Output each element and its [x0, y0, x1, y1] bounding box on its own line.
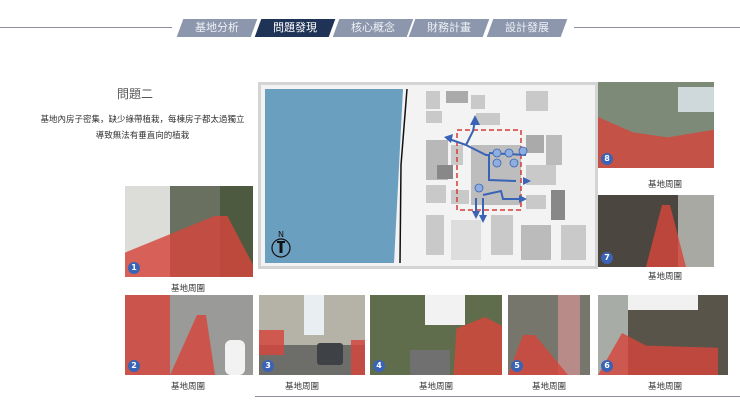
header-line-left	[0, 27, 172, 28]
tab-label: 問題發現	[273, 21, 317, 34]
photo-7[interactable]: 7	[598, 195, 714, 267]
photo-7-caption: 基地周圍	[647, 272, 682, 282]
tab-label: 設計發展	[505, 21, 549, 34]
tab-label: 基地分析	[195, 21, 239, 34]
photo-1[interactable]: 1	[125, 186, 253, 277]
photo-8[interactable]: 8	[598, 82, 714, 168]
section-title: 問題二	[116, 87, 153, 101]
description-line-1: 基地內房子密集，缺少綠帶植栽，每棟房子都太過獨立	[40, 115, 245, 125]
photo-2-caption: 基地周圍	[170, 382, 205, 392]
north-label: N	[278, 230, 284, 239]
photo-6-caption: 基地周圍	[647, 382, 682, 392]
photo-5-caption: 基地周圍	[531, 382, 566, 392]
photo-1-caption: 基地周圍	[170, 284, 205, 294]
site-map: N	[258, 82, 598, 269]
photo-4[interactable]: 4	[370, 295, 502, 375]
tab-problem-discovery[interactable]: 問題發現	[254, 19, 336, 37]
photo-8-caption: 基地周圍	[647, 180, 682, 190]
photo-number-badge: 1	[128, 262, 140, 274]
photo-number-badge: 6	[601, 360, 613, 372]
tab-label: 財務計畫	[427, 21, 471, 34]
photo-4-caption: 基地周圍	[418, 382, 453, 392]
photo-number-badge: 4	[373, 360, 385, 372]
photo-6[interactable]: 6	[598, 295, 728, 375]
photo-3[interactable]: 3	[259, 295, 365, 375]
photo-3-caption: 基地周圍	[284, 382, 319, 392]
tab-site-analysis[interactable]: 基地分析	[176, 19, 258, 37]
tab-financial-plan[interactable]: 財務計畫	[408, 19, 490, 37]
photo-number-badge: 7	[601, 252, 613, 264]
description-line-2: 導致無法有垂直向的植栽	[95, 131, 190, 141]
header-line-right	[574, 27, 740, 28]
tab-label: 核心概念	[351, 21, 395, 34]
site-map-drawing: N	[265, 88, 586, 264]
tab-design-development[interactable]: 設計發展	[486, 19, 568, 37]
photo-5[interactable]: 5	[508, 295, 590, 375]
photo-number-badge: 2	[128, 360, 140, 372]
photo-number-badge: 8	[601, 153, 613, 165]
photo-number-badge: 5	[511, 360, 523, 372]
river-area	[265, 89, 403, 263]
footer-line	[255, 396, 740, 397]
building-blocks	[426, 91, 586, 260]
photo-number-badge: 3	[262, 360, 274, 372]
tab-core-concept[interactable]: 核心概念	[332, 19, 414, 37]
photo-2[interactable]: 2	[125, 295, 253, 375]
